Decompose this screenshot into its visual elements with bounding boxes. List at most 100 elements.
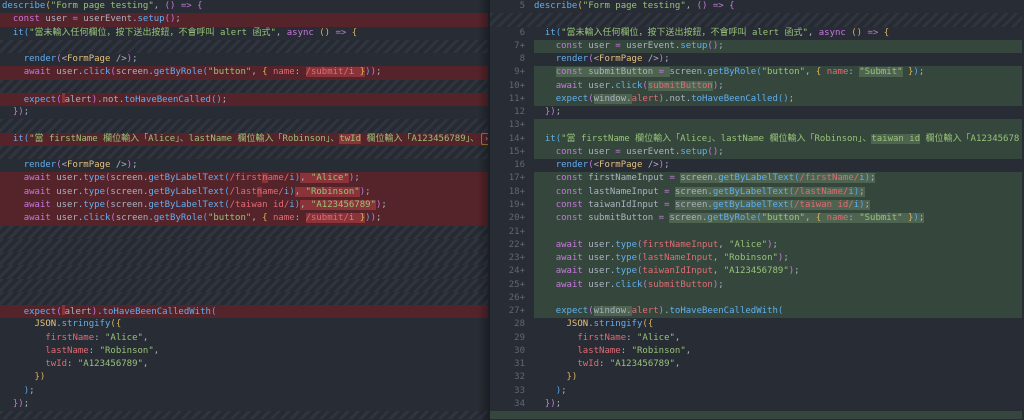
- code-line[interactable]: render(<FormPage />);: [0, 53, 488, 66]
- code-line[interactable]: 23+ await user.type(lastNameInput, "Robi…: [490, 252, 1022, 266]
- code-line[interactable]: 24+ await user.type(taiwanIdInput, "A123…: [490, 265, 1022, 279]
- diff-filler-row: [0, 79, 488, 93]
- code-line[interactable]: 12 });: [490, 106, 1022, 120]
- code-line-text: expect(alert).not.toHaveBeenCalled();: [23, 92, 228, 105]
- diff-filler-row: [0, 265, 488, 279]
- code-line[interactable]: 13+: [490, 119, 1022, 133]
- code-line[interactable]: 11+ expect(window.alert).not.toHaveBeenC…: [490, 92, 1022, 107]
- code-line[interactable]: JSON.stringify({: [0, 318, 488, 331]
- code-line[interactable]: 27+ expect(window.alert).toHaveBeenCalle…: [490, 305, 1022, 319]
- code-line[interactable]: 14+ it("當 firstName 欄位輸入「Alice」、lastName…: [490, 132, 1022, 146]
- code-line-text: firstName: "Alice",: [577, 332, 681, 343]
- code-line[interactable]: 10+ await user.click(submitButton);: [490, 79, 1022, 93]
- line-number: 29: [490, 331, 534, 345]
- code-line[interactable]: });: [0, 106, 488, 119]
- code-line[interactable]: 15+ const user = userEvent.setup();: [490, 145, 1022, 160]
- line-number: 25+: [490, 278, 534, 292]
- code-line[interactable]: 16 render(<FormPage />);: [490, 159, 1022, 173]
- code-line-text: );: [23, 385, 35, 396]
- diff-filler-row: [0, 291, 488, 306]
- code-line[interactable]: expect(alert).not.toHaveBeenCalled();: [0, 92, 488, 107]
- code-line-text: }): [566, 372, 578, 383]
- code-line[interactable]: 19+ const taiwanIdInput = screen.getByLa…: [490, 198, 1022, 213]
- diff-filler-row: [0, 145, 488, 160]
- code-line[interactable]: 32 }): [490, 371, 1022, 385]
- code-line[interactable]: const user = userEvent.setup();: [0, 13, 488, 27]
- code-line[interactable]: 31 twId: "A123456789",: [490, 358, 1022, 372]
- code-line[interactable]: lastName: "Robinson",: [0, 345, 488, 358]
- diff-filler-row: [490, 13, 1022, 27]
- line-number: 33: [490, 384, 534, 398]
- code-line[interactable]: firstName: "Alice",: [0, 332, 488, 345]
- code-line-text: await user.click(submitButton);: [555, 80, 724, 91]
- diff-modified-pane[interactable]: 5 describe("Form page testing", () => { 6 …: [490, 0, 1022, 420]
- code-line[interactable]: await user.click(screen.getByRole("butto…: [0, 66, 488, 80]
- code-line-text: describe("Form page testing", () => {: [534, 1, 735, 11]
- code-line-text: await user.type(screen.getByLabelText(/f…: [23, 173, 360, 184]
- code-line[interactable]: 21+: [490, 225, 1022, 239]
- code-line-text: render(<FormPage />);: [23, 160, 138, 171]
- code-line-text: });: [544, 398, 562, 409]
- code-line[interactable]: 18+ const lastNameInput = screen.getByLa…: [490, 185, 1022, 199]
- code-line[interactable]: );: [0, 385, 488, 398]
- line-number: 12: [490, 106, 534, 120]
- line-number: 14+: [490, 132, 534, 146]
- line-truncation-indicator: ›: [481, 132, 488, 145]
- code-line-text: await user.click(submitButton);: [555, 279, 724, 290]
- code-line[interactable]: await user.type(screen.getByLabelText(/l…: [0, 185, 488, 199]
- code-line[interactable]: await user.type(screen.getByLabelText(/t…: [0, 198, 488, 213]
- code-line[interactable]: 17+ const firstNameInput = screen.getByL…: [490, 172, 1022, 186]
- line-number: 28: [490, 318, 534, 332]
- code-line[interactable]: await user.click(screen.getByRole("butto…: [0, 212, 488, 226]
- code-line[interactable]: 29 firstName: "Alice",: [490, 331, 1022, 345]
- code-line[interactable]: twId: "A123456789",: [0, 358, 488, 371]
- code-line[interactable]: describe("Form page testing", () => {: [0, 0, 488, 13]
- code-line[interactable]: 8 render(<FormPage />);: [490, 53, 1022, 67]
- code-line[interactable]: 25+ await user.click(submitButton);: [490, 278, 1022, 292]
- code-line-text: await user.type(firstNameInput, "Alice")…: [555, 239, 778, 250]
- code-line[interactable]: });: [0, 398, 488, 411]
- code-line-text: lastName: "Robinson",: [45, 345, 160, 356]
- code-line-text: await user.click(screen.getByRole("butto…: [23, 213, 382, 224]
- code-line[interactable]: [490, 411, 1022, 420]
- code-line[interactable]: await user.type(screen.getByLabelText(/f…: [0, 172, 488, 186]
- code-line[interactable]: it("當 firstName 欄位輸入「Alice」、lastName 欄位輸…: [0, 132, 488, 146]
- line-number: 8: [490, 53, 534, 67]
- line-number: 17+: [490, 172, 534, 186]
- code-line[interactable]: expect(alert).toHaveBeenCalledWith(: [0, 305, 488, 319]
- code-line-text: await user.type(screen.getByLabelText(/t…: [23, 199, 387, 210]
- code-line-text: JSON.stringify({: [34, 319, 122, 330]
- code-line-text: const lastNameInput = screen.getByLabelT…: [555, 186, 865, 197]
- code-line-text: const submitButton = screen.getByRole("b…: [555, 67, 925, 78]
- code-line[interactable]: 26+: [490, 291, 1022, 306]
- code-line[interactable]: it("當未輸入任何欄位，按下送出按鈕，不會呼叫 alert 函式", asyn…: [0, 27, 488, 40]
- code-line[interactable]: 20+ const submitButton = screen.getByRol…: [490, 212, 1022, 226]
- code-line-text: await user.click(screen.getByRole("butto…: [23, 67, 382, 78]
- diff-filler-row: [0, 119, 488, 133]
- code-line[interactable]: 22+ await user.type(firstNameInput, "Ali…: [490, 238, 1022, 253]
- code-line-text: render(<FormPage />);: [23, 54, 138, 65]
- diff-filler-row: [0, 225, 488, 239]
- code-line[interactable]: 5 describe("Form page testing", () => {: [490, 0, 1022, 14]
- code-line[interactable]: 9+ const submitButton = screen.getByRole…: [490, 66, 1022, 80]
- code-line-text: await user.type(screen.getByLabelText(/l…: [23, 186, 371, 197]
- code-line[interactable]: 30 lastName: "Robinson",: [490, 344, 1022, 359]
- code-line-text: });: [12, 398, 30, 409]
- line-number: 24+: [490, 265, 534, 279]
- diff-filler-row: [0, 411, 488, 420]
- code-line[interactable]: 6 it("當未輸入任何欄位，按下送出按鈕，不會呼叫 alert 函式", as…: [490, 26, 1022, 40]
- diff-editor: describe("Form page testing", () => { co…: [0, 0, 1024, 420]
- code-line[interactable]: 34 });: [490, 397, 1022, 412]
- code-line[interactable]: }): [0, 371, 488, 384]
- code-line[interactable]: 28 JSON.stringify({: [490, 318, 1022, 332]
- code-line[interactable]: 7+ const user = userEvent.setup();: [490, 39, 1022, 54]
- line-number: 16: [490, 159, 534, 173]
- code-line[interactable]: 33 );: [490, 384, 1022, 398]
- code-line[interactable]: render(<FormPage />);: [0, 159, 488, 172]
- code-line-text: await user.type(taiwanIdInput, "A1234567…: [555, 266, 800, 277]
- code-line-text: const user = userEvent.setup();: [12, 14, 181, 25]
- diff-original-pane[interactable]: describe("Form page testing", () => { co…: [0, 0, 490, 420]
- diff-filler-row: [0, 252, 488, 266]
